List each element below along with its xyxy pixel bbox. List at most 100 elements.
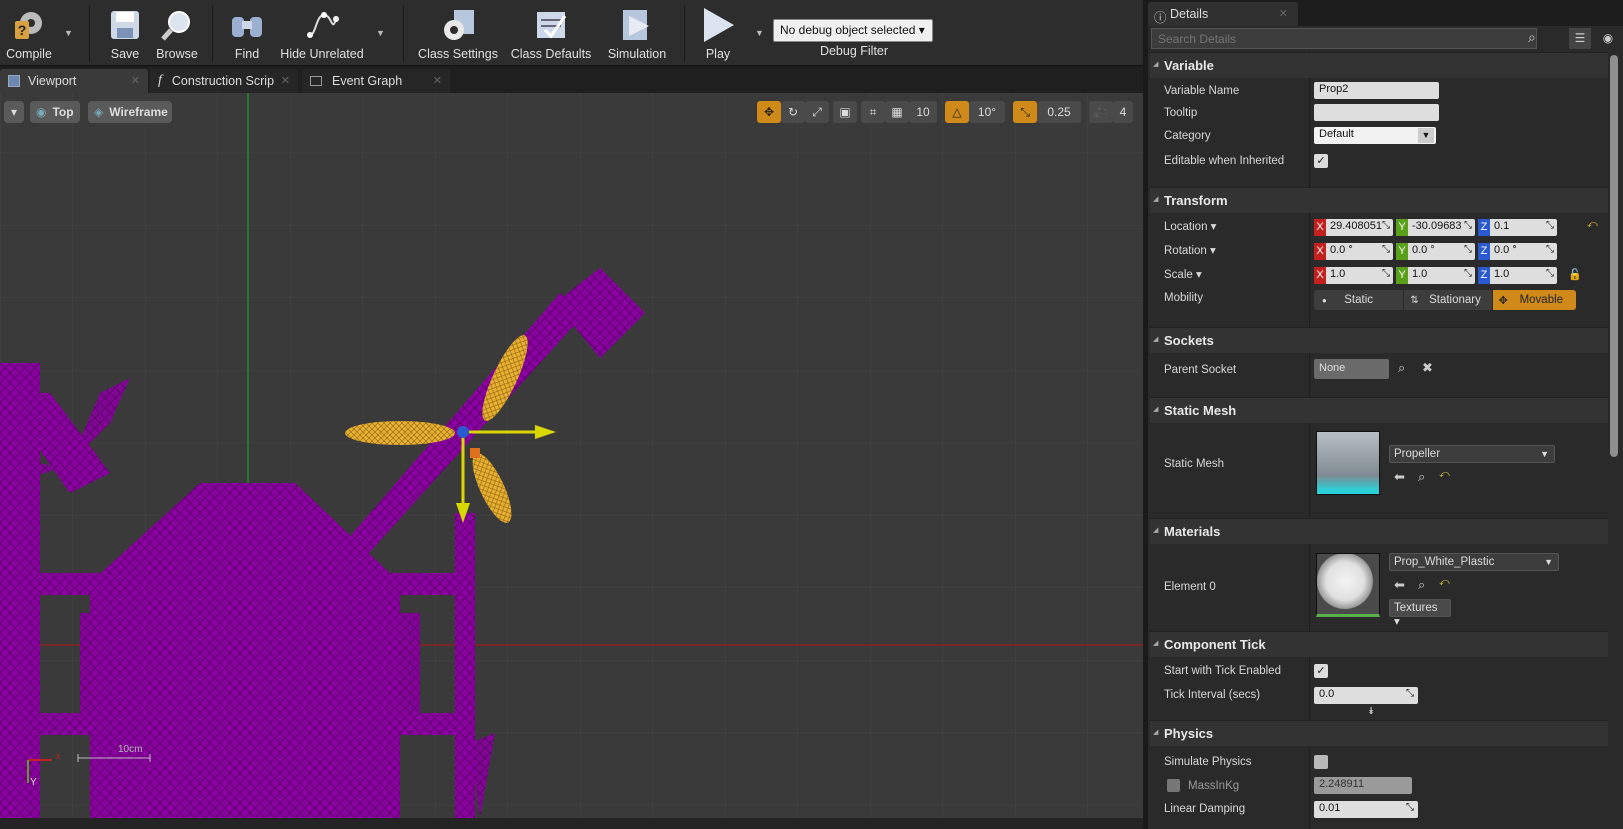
eye-icon[interactable]: ◉ [1596, 28, 1620, 49]
scale-x-field[interactable]: 1.0 [1326, 267, 1393, 284]
clear-icon[interactable]: ✖ [1422, 360, 1433, 376]
lock-icon[interactable]: 🔓 [1568, 268, 1582, 281]
tab-event-graph[interactable]: Event Graph ✕ [302, 69, 450, 93]
camera-speed-value[interactable]: 4 [1113, 101, 1133, 123]
mass-override-checkbox[interactable] [1167, 779, 1180, 792]
camera-speed-icon[interactable]: 🎥 [1089, 101, 1113, 123]
location-vector: X29.408051 Y-30.09683 Z0.1 [1314, 219, 1557, 236]
rotation-label[interactable]: Rotation ▾ [1164, 243, 1216, 257]
simulation-button[interactable]: Simulation [605, 0, 669, 66]
hide-unrelated-button[interactable]: Hide Unrelated [280, 0, 364, 66]
rotation-y-field[interactable]: 0.0 ° [1408, 243, 1475, 260]
scale-label[interactable]: Scale ▾ [1164, 267, 1202, 281]
editable-inherited-checkbox[interactable]: ✓ [1314, 154, 1328, 168]
mobility-stationary-button[interactable]: ⇅ Stationary [1404, 290, 1492, 310]
close-tab-icon[interactable]: ✕ [131, 74, 140, 87]
grid-snap-value[interactable]: 10 [909, 101, 937, 123]
debug-object-dropdown[interactable]: No debug object selected ▾ [773, 19, 933, 42]
viewport-canvas[interactable]: 10cm x Y ▾ ◉ Top ◈ Wireframe ✥ ↻ ⤢ ▣ ⌗ ▦… [0, 93, 1143, 818]
view-options-icon[interactable]: ☰ [1569, 28, 1591, 49]
static-mesh-thumbnail[interactable] [1316, 431, 1380, 495]
use-selected-icon[interactable]: ⬅ [1394, 577, 1405, 593]
compile-icon: ? [11, 7, 47, 43]
material-dropdown[interactable]: Prop_White_Plastic ▼ [1389, 553, 1559, 571]
play-options-caret[interactable]: ▼ [755, 28, 765, 38]
parent-socket-field[interactable]: None [1314, 359, 1389, 379]
grid-snap-icon[interactable]: ▦ [885, 101, 909, 123]
scale-mode-icon[interactable]: ⤢ [805, 101, 829, 123]
section-transform[interactable]: Transform [1150, 187, 1608, 213]
mobility-static-button[interactable]: ● Static [1314, 290, 1404, 310]
simulate-physics-label: Simulate Physics [1164, 756, 1252, 768]
tab-viewport[interactable]: Viewport ✕ [0, 69, 148, 93]
reset-to-default-icon[interactable]: ⤺ [1587, 219, 1598, 230]
expand-advanced-icon[interactable]: ⯯ [1368, 706, 1374, 717]
section-sockets[interactable]: Sockets [1150, 327, 1608, 353]
linear-damping-field[interactable]: 0.01 ⤡ [1314, 801, 1418, 818]
reset-to-default-icon[interactable]: ⤺ [1439, 577, 1450, 588]
compile-options-caret[interactable]: ▼ [64, 28, 74, 38]
render-mode-button[interactable]: ◈ Wireframe [88, 101, 172, 123]
tooltip-field[interactable] [1314, 104, 1439, 121]
browse-button[interactable]: Browse [152, 0, 202, 66]
location-label[interactable]: Location ▾ [1164, 219, 1216, 233]
section-component-tick[interactable]: Component Tick [1150, 631, 1608, 657]
close-icon[interactable]: ✕ [1279, 7, 1288, 20]
scale-z-field[interactable]: 1.0 [1490, 267, 1557, 284]
location-z-field[interactable]: 0.1 [1490, 219, 1557, 236]
use-selected-icon[interactable]: ⬅ [1394, 469, 1405, 485]
tick-interval-field[interactable]: 0.0 ⤡ [1314, 687, 1418, 704]
rotation-snap-value[interactable]: 10° [969, 101, 1005, 123]
scale-snap-value[interactable]: 0.25 [1037, 101, 1081, 123]
compile-button[interactable]: ? Compile [2, 0, 56, 66]
section-physics[interactable]: Physics [1150, 720, 1608, 746]
simulate-physics-checkbox[interactable] [1314, 755, 1328, 769]
scale-snap-icon[interactable]: ⤡ [1013, 101, 1037, 123]
browse-asset-icon[interactable]: ⌕ [1418, 469, 1425, 485]
class-defaults-button[interactable]: Class Defaults [510, 0, 592, 66]
location-x-field[interactable]: 29.408051 [1326, 219, 1393, 236]
section-materials[interactable]: Materials [1150, 518, 1608, 544]
chevron-down-icon: ▼ [1544, 557, 1553, 567]
rotation-z-field[interactable]: 0.0 ° [1490, 243, 1557, 260]
hide-unrelated-caret[interactable]: ▼ [376, 28, 386, 38]
save-button[interactable]: Save [105, 0, 145, 66]
close-tab-icon[interactable]: ✕ [433, 74, 442, 87]
section-variable[interactable]: Variable [1150, 52, 1608, 78]
tab-construction-script[interactable]: f Construction Scrip ✕ [150, 69, 298, 93]
surface-snap-icon[interactable]: ⌗ [861, 101, 885, 123]
variable-name-field[interactable]: Prop2 [1314, 82, 1439, 99]
reset-to-default-icon[interactable]: ⤺ [1439, 469, 1450, 480]
tab-details[interactable]: ⓘ Details ✕ [1148, 2, 1298, 26]
class-settings-button[interactable]: Class Settings [418, 0, 498, 66]
close-tab-icon[interactable]: ✕ [281, 74, 290, 87]
world-local-icon[interactable]: ▣ [833, 101, 857, 123]
category-dropdown[interactable]: Default ▼ [1314, 127, 1436, 144]
search-details-input[interactable] [1151, 28, 1537, 49]
browse-asset-icon[interactable]: ⌕ [1418, 577, 1425, 593]
rotation-snap-icon[interactable]: △ [945, 101, 969, 123]
static-mesh-dropdown[interactable]: Propeller ▼ [1389, 445, 1555, 463]
play-button[interactable]: Play [696, 0, 740, 66]
search-icon[interactable]: ⌕ [1528, 29, 1536, 46]
location-y-field[interactable]: -30.09683 [1408, 219, 1475, 236]
search-icon[interactable]: ⌕ [1398, 360, 1405, 376]
static-icon: ● [1322, 295, 1327, 305]
translate-mode-icon[interactable]: ✥ [757, 101, 781, 123]
scale-y-field[interactable]: 1.0 [1408, 267, 1475, 284]
section-static-mesh[interactable]: Static Mesh [1150, 397, 1608, 423]
toolbar-separator [89, 6, 90, 62]
viewport-options-button[interactable]: ▾ [4, 101, 24, 123]
material-thumbnail[interactable] [1316, 553, 1380, 617]
start-tick-checkbox[interactable]: ✓ [1314, 664, 1328, 678]
textures-dropdown[interactable]: Textures ▾ [1389, 599, 1451, 628]
mobility-movable-button[interactable]: ✥ Movable [1492, 290, 1576, 310]
view-mode-button[interactable]: ◉ Top [30, 101, 80, 123]
details-scrollbar[interactable] [1610, 55, 1618, 457]
find-button[interactable]: Find [226, 0, 268, 66]
chevron-down-icon: ▼ [1540, 449, 1549, 459]
toolbar-separator [684, 6, 685, 62]
class-settings-icon [440, 7, 476, 43]
rotate-mode-icon[interactable]: ↻ [781, 101, 805, 123]
rotation-x-field[interactable]: 0.0 ° [1326, 243, 1393, 260]
